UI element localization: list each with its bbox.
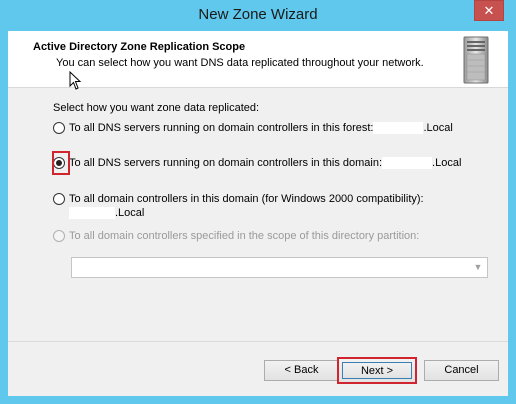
footer-divider xyxy=(8,341,508,342)
radio-highlight-outline xyxy=(52,151,70,175)
window-title: New Zone Wizard xyxy=(198,6,318,23)
replication-prompt: Select how you want zone data replicated… xyxy=(53,102,260,114)
option-forest-label: To all DNS servers running on domain con… xyxy=(69,122,374,134)
option-forest[interactable]: To all DNS servers running on domain con… xyxy=(53,121,453,135)
redacted-domain xyxy=(382,157,433,170)
redacted-domain xyxy=(373,122,424,135)
title-bar[interactable]: New Zone Wizard ✕ xyxy=(0,0,516,31)
cancel-button[interactable]: Cancel xyxy=(424,360,499,381)
option-partition-label: To all domain controllers specified in t… xyxy=(69,230,420,242)
option-forest-suffix: .Local xyxy=(423,122,453,134)
wizard-header: Active Directory Zone Replication Scope … xyxy=(8,31,508,90)
page-title: Active Directory Zone Replication Scope xyxy=(33,41,246,53)
close-button[interactable]: ✕ xyxy=(474,0,504,21)
radio-w2k-compatible[interactable] xyxy=(53,193,65,205)
partition-select: ▼ xyxy=(71,257,488,278)
mouse-cursor-icon xyxy=(69,71,82,90)
server-icon xyxy=(463,36,489,84)
wizard-body: Active Directory Zone Replication Scope … xyxy=(8,31,508,396)
option-w2k-compatible[interactable]: To all domain controllers in this domain… xyxy=(53,192,424,220)
radio-forest[interactable] xyxy=(53,122,65,134)
option-w2k-label: To all domain controllers in this domain… xyxy=(69,193,424,205)
option-domain-label: To all DNS servers running on domain con… xyxy=(69,157,383,169)
option-partition-scope: To all domain controllers specified in t… xyxy=(53,229,419,243)
chevron-down-icon: ▼ xyxy=(473,262,483,272)
option-domain-suffix: .Local xyxy=(432,157,462,169)
redacted-domain xyxy=(69,207,115,220)
option-domain[interactable]: To all DNS servers running on domain con… xyxy=(53,156,461,170)
next-button[interactable]: Next > xyxy=(337,357,417,384)
option-w2k-suffix: .Local xyxy=(115,207,145,219)
back-button[interactable]: < Back xyxy=(264,360,339,381)
radio-partition-scope xyxy=(53,230,65,242)
wizard-window: New Zone Wizard ✕ Active Directory Zone … xyxy=(0,0,516,404)
next-button-label: Next > xyxy=(342,362,412,379)
page-subtitle: You can select how you want DNS data rep… xyxy=(56,57,424,69)
